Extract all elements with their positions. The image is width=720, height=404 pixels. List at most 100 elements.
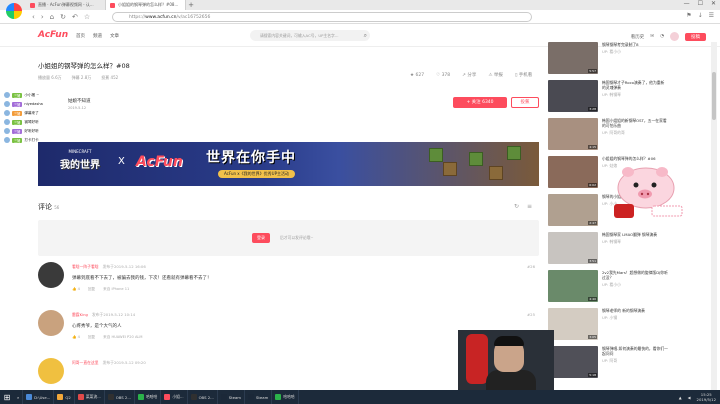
avatar — [4, 92, 10, 98]
comment-item: 看啥一阵子看啥 发布于2019-5-12 16:06 弹幕到底看不下去了，被骗去我… — [38, 262, 539, 298]
video-thumbnail: 6:02 — [548, 156, 598, 188]
rec-up: UP: 韩钢琴 — [602, 92, 621, 97]
taskbar-item[interactable]: OBS 2... — [188, 390, 218, 404]
report-label: 举报 — [493, 73, 503, 78]
taskbar-label: 哈哈哈 — [283, 394, 295, 399]
taskbar-item[interactable]: 小姐... — [161, 390, 188, 404]
duration: 3:28 — [588, 107, 597, 111]
streamer-hair — [494, 336, 524, 346]
reply-button[interactable]: 回复 — [88, 335, 95, 340]
rec-item[interactable]: 4:40 2v2我先Mars！超想做的旋律版DJ你听过没？ UP: 看小小 — [548, 270, 668, 308]
close-icon[interactable]: ✕ — [711, 0, 716, 7]
video-thumbnail: 4:40 — [548, 270, 598, 302]
avatar — [4, 119, 10, 125]
acfun-favicon-icon — [110, 2, 115, 8]
back-icon[interactable]: ‹ — [32, 13, 35, 21]
rec-item[interactable]: 3:05 钢琴老师的 新的钢琴演奏 UP: 小钢 — [548, 308, 668, 346]
like-button[interactable]: ★ 627 — [410, 73, 424, 78]
danmaku-item: 三猪 小小猪 ~ — [4, 92, 74, 98]
nav-channel[interactable]: 频道 — [93, 33, 102, 39]
comment-time: 发布于2019-5-12 09:20 — [102, 360, 146, 365]
tab-label: 直播 · AcFun弹幕视频网 - 认... — [38, 2, 94, 7]
message-icon[interactable]: ✉ — [650, 34, 654, 39]
login-button[interactable]: 登录 — [252, 233, 270, 243]
download-icon[interactable]: ↓ — [698, 12, 703, 19]
rec-item[interactable]: 4:15 韩国小姐姐的新钢琴OST，五一在家看的可怕乐曲 UP: 阿哥的哥 — [548, 118, 668, 156]
avatar — [4, 128, 10, 134]
reload-icon[interactable]: ↻ — [60, 13, 66, 21]
network-icon[interactable]: ▲ — [679, 395, 682, 400]
reply-button[interactable]: 回复 — [88, 287, 95, 292]
page-scrollbar[interactable] — [711, 42, 717, 390]
tab-live[interactable]: 直播 · AcFun弹幕视频网 - 认... — [26, 0, 106, 10]
bell-icon[interactable]: ◔ — [660, 34, 664, 39]
volume-icon[interactable]: ◀ — [688, 395, 691, 400]
browser-logo-icon[interactable] — [6, 3, 22, 19]
clock[interactable]: 15:25 2019/5/12 — [697, 392, 716, 402]
avatar[interactable] — [38, 262, 64, 288]
minimize-icon[interactable]: — — [684, 0, 690, 7]
upload-button[interactable]: 投稿 — [685, 32, 706, 41]
video-thumbnail: 2:47 — [548, 194, 598, 226]
windows-start-icon[interactable]: ⊞ — [0, 390, 14, 404]
minecraft-banner[interactable]: MINECRAFT 我的世界 X AcFun 世界在你手中 AcFun x《我的… — [38, 142, 539, 186]
refresh-icon[interactable]: ↻ — [514, 203, 519, 210]
maximize-icon[interactable]: ☐ — [698, 0, 703, 7]
fan-badge: 三猪 — [12, 92, 23, 98]
star-icon[interactable]: ☆ — [84, 13, 90, 21]
taskbar-label: Steam — [256, 394, 269, 400]
follow-button[interactable]: + 关注 6340 — [453, 97, 507, 108]
duration: 3:51 — [588, 259, 597, 263]
taskbar-item[interactable]: 哈哈哈 — [272, 390, 299, 404]
header-right: 看历史 ✉ ◔ 投稿 — [631, 32, 706, 41]
report-button[interactable]: ⚠ 举报 — [488, 72, 502, 78]
fav-button[interactable]: ♡ 378 — [436, 73, 450, 78]
extension-icon[interactable]: ⚑ — [686, 12, 691, 19]
taskbar-item[interactable]: D:\Use... — [23, 390, 55, 404]
share-button[interactable]: ↗ 分享 — [462, 72, 476, 78]
avatar[interactable] — [670, 32, 679, 41]
like-button[interactable]: 👍 4 — [72, 287, 80, 292]
rec-item[interactable]: 3:51 韩国钢琴家 LMAO翻弹 钢琴演奏 UP: 韩钢琴 — [548, 232, 668, 270]
rec-title: 钢琴钢琴考完录制了8 — [602, 42, 639, 47]
home-icon[interactable]: ⌂ — [50, 13, 54, 21]
avatar[interactable] — [38, 358, 64, 384]
video-thumbnail: 5:57 — [548, 42, 598, 74]
comment-author[interactable]: 雷霆King 发布于2019-5-12 10:14 — [72, 312, 135, 318]
tab-video[interactable]: 小姐姐的钢琴弹的怎么样？#08... — [106, 0, 186, 10]
danmaku-text: 小小猪 ~ — [24, 92, 40, 97]
taskbar-item[interactable]: 菜菜流... — [75, 390, 105, 404]
search-icon[interactable]: ⌕ — [364, 32, 367, 39]
acfun-logo[interactable]: AcFun — [38, 30, 68, 40]
rec-item[interactable]: 3:28 韩国钢琴才子Roco演奏了，他为重新的灵魂弹奏 UP: 韩钢琴 — [548, 80, 668, 118]
fan-badge: 三猪 — [12, 137, 23, 143]
menu-icon[interactable]: ☰ — [709, 12, 714, 19]
url-field[interactable]: https://www.acfun.cn/v/ac16752656 — [112, 12, 532, 22]
taskbar-item[interactable]: Steam — [245, 390, 273, 404]
forward-icon[interactable]: › — [41, 13, 44, 21]
avatar[interactable] — [38, 310, 64, 336]
rec-item[interactable]: 5:57 钢琴钢琴考完录制了8 UP: 看小小 — [548, 42, 668, 80]
taskbar-item[interactable]: Q2 — [54, 390, 75, 404]
comment-text: 弹幕到底看不下去了，被骗去我的钱，下次！还看就有弹幕看不去了！ — [72, 276, 212, 281]
comment-input-box[interactable]: 登录 后才可以发评论哦~ — [38, 220, 539, 256]
sort-icon[interactable]: ≡ — [527, 203, 532, 210]
banana-button[interactable]: 投蕉 — [511, 97, 539, 108]
comment-author[interactable]: 阿哥一直在这里 发布于2019-5-12 09:20 — [72, 360, 146, 366]
nav-home[interactable]: 首页 — [76, 33, 85, 39]
like-button[interactable]: 👍 4 — [72, 335, 80, 340]
new-tab-button[interactable]: + — [186, 1, 196, 9]
history-link[interactable]: 看历史 — [631, 34, 645, 40]
nav-article[interactable]: 文章 — [110, 33, 119, 39]
undo-icon[interactable]: ↶ — [72, 13, 78, 21]
rec-item[interactable]: 5:18 钢琴弹唱-如何演奏的最快的，看你们一起问问 UP: 阿哥 — [548, 346, 668, 384]
taskbar-item[interactable]: Steam — [218, 390, 246, 404]
mobile-button[interactable]: ▯ 手机看 — [515, 72, 532, 78]
search-input[interactable]: 请搜索内容关键词，可输入AC号，UP主名字… ⌕ — [250, 30, 370, 41]
taskbar-item[interactable]: OBS 2... — [105, 390, 135, 404]
scrollbar-thumb[interactable] — [712, 72, 716, 120]
comment-author[interactable]: 看啥一阵子看啥 发布于2019-5-12 16:06 — [72, 264, 146, 270]
taskbar-item[interactable]: 哈哈哈 — [135, 390, 162, 404]
view-count: 播放量 6.6万 — [38, 75, 62, 80]
taskbar-search-icon[interactable]: ⌕ — [14, 390, 24, 404]
